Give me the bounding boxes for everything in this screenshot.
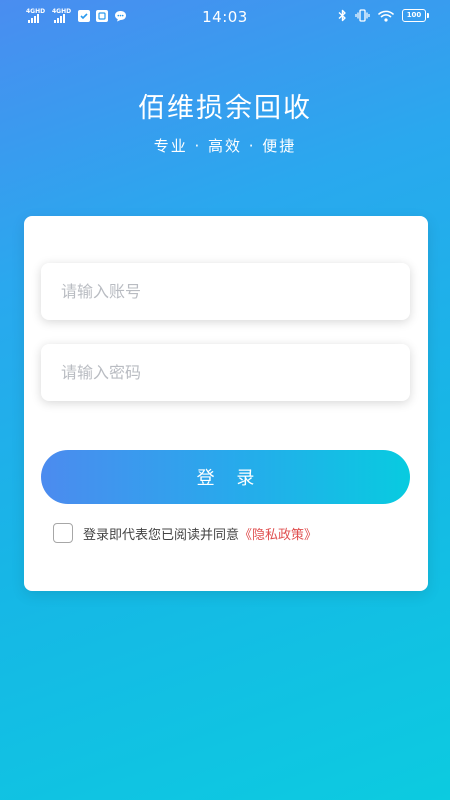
account-input[interactable] (41, 263, 410, 320)
app-title: 佰维损余回收 (138, 93, 312, 124)
login-button[interactable]: 登 录 (41, 450, 410, 504)
agreement-text: 登录即代表您已阅读并同意 (83, 527, 240, 543)
account-field[interactable] (41, 263, 410, 320)
password-field[interactable] (41, 344, 410, 401)
app-slogan: 专业 · 高效 · 便捷 (153, 137, 297, 155)
agreement-row: 登录即代表您已阅读并同意 《隐私政策》 (53, 522, 317, 544)
login-card: 登 录 登录即代表您已阅读并同意 《隐私政策》 (24, 216, 428, 591)
password-input[interactable] (41, 344, 410, 401)
status-right: 100 (338, 9, 429, 22)
wifi-icon (378, 10, 394, 22)
privacy-policy-link[interactable]: 《隐私政策》 (239, 524, 317, 543)
status-bar: 4GHD 4GHD 14:03 100 (0, 0, 450, 34)
bluetooth-icon (338, 9, 346, 22)
agree-checkbox[interactable] (53, 523, 73, 543)
vibrate-icon (355, 9, 370, 22)
battery-icon: 100 (402, 9, 429, 22)
